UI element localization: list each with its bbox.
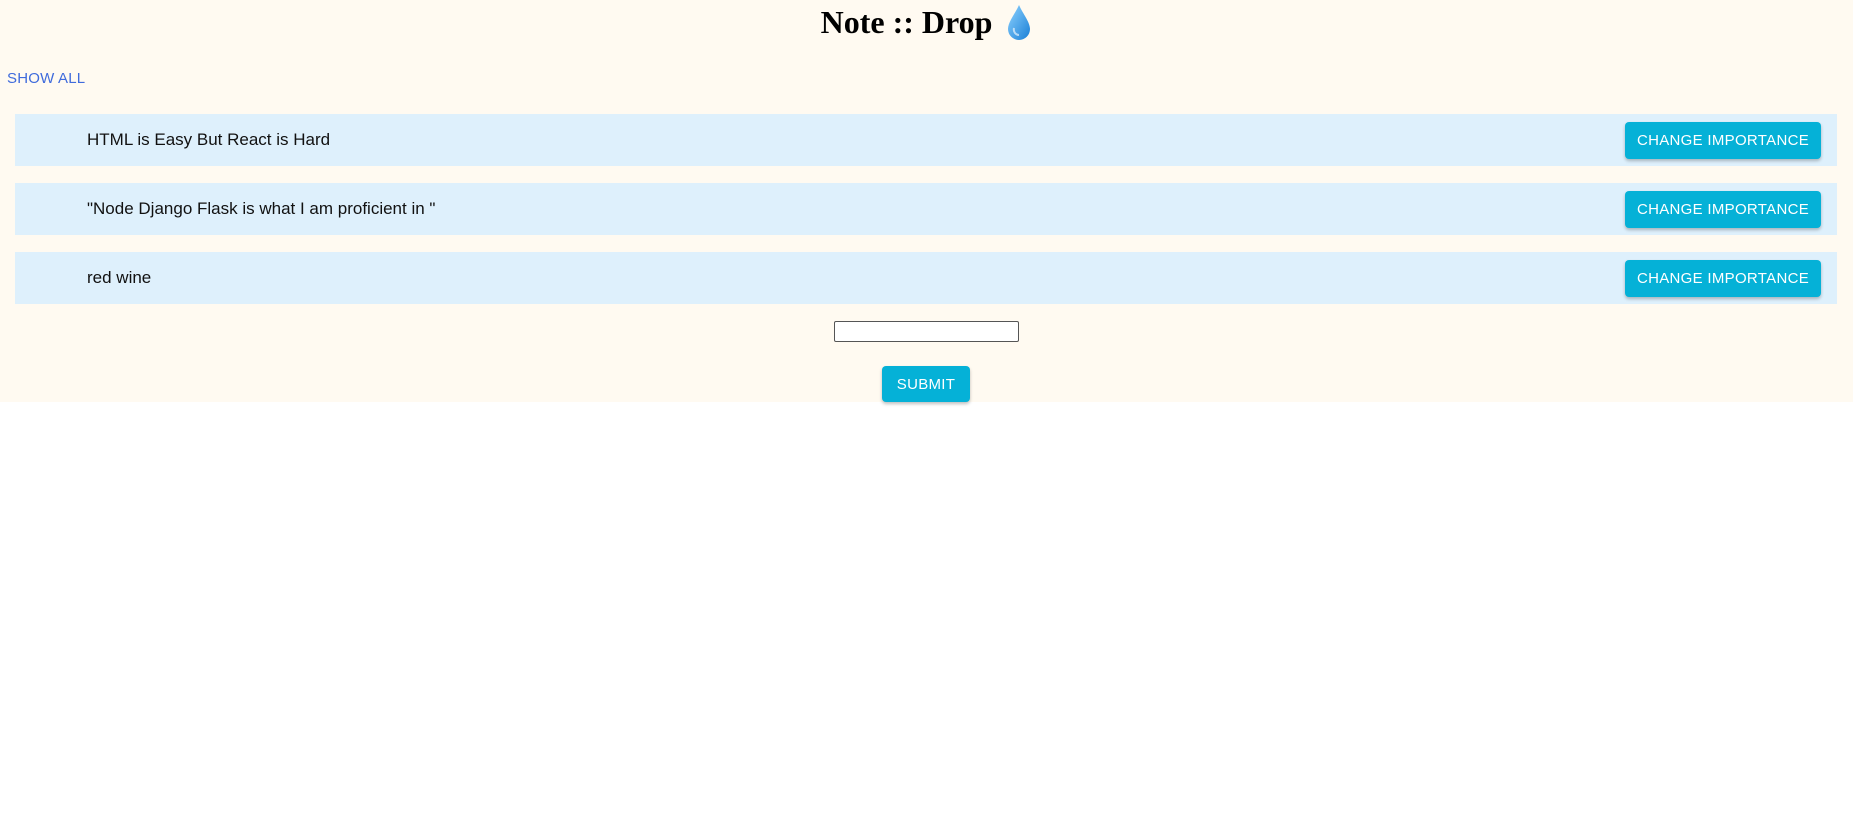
note-text: red wine: [87, 268, 152, 287]
app-container: Note :: Drop SHOW ALL HTML is Easy But R…: [0, 0, 1853, 402]
note-text: "Node Django Flask is what I am proficie…: [87, 199, 436, 218]
note-item: HTML is Easy But React is Hard CHANGE IM…: [15, 114, 1837, 166]
change-importance-button[interactable]: CHANGE IMPORTANCE: [1625, 121, 1821, 159]
header: Note :: Drop: [0, 0, 1853, 44]
note-item: "Node Django Flask is what I am proficie…: [15, 183, 1837, 235]
change-importance-button[interactable]: CHANGE IMPORTANCE: [1625, 259, 1821, 297]
show-all-link[interactable]: SHOW ALL: [7, 70, 85, 87]
page-title: Note :: Drop: [820, 4, 993, 40]
note-input[interactable]: [834, 321, 1019, 342]
note-text: HTML is Easy But React is Hard: [87, 130, 331, 149]
change-importance-button[interactable]: CHANGE IMPORTANCE: [1625, 190, 1821, 228]
submit-button[interactable]: SUBMIT: [882, 366, 970, 402]
notes-list: HTML is Easy But React is Hard CHANGE IM…: [15, 114, 1837, 321]
note-item: red wine CHANGE IMPORTANCE: [15, 252, 1837, 304]
water-drop-icon: [1008, 5, 1031, 40]
